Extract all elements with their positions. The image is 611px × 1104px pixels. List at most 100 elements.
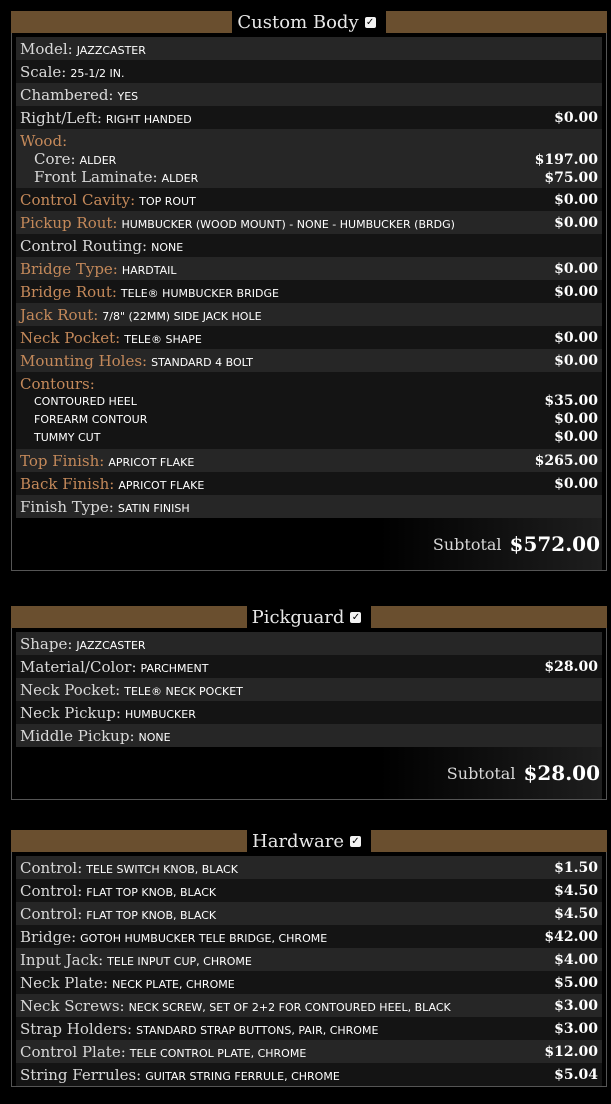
option-label: Bridge: bbox=[20, 928, 77, 946]
option-label: Control Routing: bbox=[20, 237, 148, 255]
section-title: Hardware bbox=[252, 830, 344, 852]
option-row: Control: TELE SWITCH KNOB, BLACK $1.50 bbox=[16, 856, 602, 879]
option-row: String Ferrules: GUITAR STRING FERRULE, C… bbox=[16, 1063, 602, 1086]
option-row: Jack Rout: 7/8" (22MM) SIDE JACK HOLE bbox=[16, 303, 602, 326]
option-price: $4.50 bbox=[554, 883, 598, 899]
option-row: Back Finish: APRICOT FLAKE $0.00 bbox=[16, 472, 602, 495]
checkbox-checked-icon[interactable]: ✓ bbox=[364, 16, 376, 28]
option-left: Material/Color: PARCHMENT bbox=[20, 658, 208, 678]
option-row: Control Routing: NONE bbox=[16, 234, 602, 257]
section-header: Hardware ✓ bbox=[11, 830, 607, 852]
checkbox-checked-icon[interactable]: ✓ bbox=[350, 611, 362, 623]
option-price: $4.00 bbox=[554, 952, 598, 968]
option-label: Pickup Rout: bbox=[20, 214, 118, 232]
option-left: Middle Pickup: NONE bbox=[20, 727, 171, 747]
option-label: Top Finish: bbox=[20, 452, 105, 470]
option-left: Chambered: YES bbox=[20, 86, 138, 106]
option-left: Neck Pocket: TELE® SHAPE bbox=[20, 329, 202, 349]
contour-price: $0.00 bbox=[554, 411, 598, 427]
section-header: Pickguard ✓ bbox=[11, 606, 607, 628]
section-header: Custom Body ✓ bbox=[11, 11, 607, 33]
option-price: $28.00 bbox=[544, 659, 598, 675]
option-row: Strap Holders: STANDARD STRAP BUTTONS, PA… bbox=[16, 1017, 602, 1040]
option-left: String Ferrules: GUITAR STRING FERRULE, C… bbox=[20, 1066, 340, 1086]
option-left: Scale: 25-1/2 IN. bbox=[20, 63, 125, 83]
option-label: Bridge Rout: bbox=[20, 283, 117, 301]
subtotal-label: Subtotal bbox=[432, 534, 502, 554]
option-label: String Ferrules: bbox=[20, 1066, 142, 1084]
option-price: $12.00 bbox=[544, 1044, 598, 1060]
section-panel: Shape: JAZZCASTER Material/Color: PARCHMENT… bbox=[11, 628, 607, 800]
option-left: Shape: JAZZCASTER bbox=[20, 635, 146, 655]
option-left: Right/Left: RIGHT HANDED bbox=[20, 109, 192, 129]
option-row: Control: FLAT TOP KNOB, BLACK $4.50 bbox=[16, 879, 602, 902]
option-left: Bridge: GOTOH HUMBUCKER TELE BRIDGE, CHRO… bbox=[20, 928, 327, 948]
option-left: Control Plate: TELE CONTROL PLATE, CHROME bbox=[20, 1043, 306, 1063]
option-value: 7/8" (22MM) SIDE JACK HOLE bbox=[102, 310, 262, 323]
option-value: PARCHMENT bbox=[140, 662, 209, 675]
option-left: Control Cavity: TOP ROUT bbox=[20, 191, 196, 211]
option-price: $4.50 bbox=[554, 906, 598, 922]
option-price: $0.00 bbox=[554, 261, 598, 277]
sub-option-row: Front Laminate: ALDER $75.00 bbox=[20, 168, 598, 186]
option-row: Control: FLAT TOP KNOB, BLACK $4.50 bbox=[16, 902, 602, 925]
option-value: HUMBUCKER (WOOD MOUNT) - NONE - HUMBUCKE… bbox=[121, 218, 455, 231]
option-price: $5.00 bbox=[554, 975, 598, 991]
contour-value: FOREARM CONTOUR bbox=[34, 413, 148, 426]
option-value: NONE bbox=[138, 731, 171, 744]
section-hardware: Hardware ✓ Control: TELE SWITCH KNOB, BLA… bbox=[0, 830, 611, 1087]
option-row: Control Plate: TELE CONTROL PLATE, CHROME… bbox=[16, 1040, 602, 1063]
option-value: APRICOT FLAKE bbox=[118, 479, 205, 492]
option-row: Material/Color: PARCHMENT $28.00 bbox=[16, 655, 602, 678]
option-label: Scale: bbox=[20, 63, 67, 81]
option-value: APRICOT FLAKE bbox=[108, 456, 195, 469]
option-left: Neck Plate: NECK PLATE, CHROME bbox=[20, 974, 235, 994]
option-label: Wood: bbox=[20, 132, 68, 150]
section-title: Custom Body bbox=[237, 11, 359, 33]
option-label: Neck Screws: bbox=[20, 997, 125, 1015]
option-left: Back Finish: APRICOT FLAKE bbox=[20, 475, 204, 495]
option-row: Neck Pocket: TELE® NECK POCKET bbox=[16, 678, 602, 701]
option-label: Right/Left: bbox=[20, 109, 102, 127]
option-left: Pickup Rout: HUMBUCKER (WOOD MOUNT) - NON… bbox=[20, 214, 455, 234]
checkbox-checked-icon[interactable]: ✓ bbox=[349, 835, 361, 847]
option-left: Neck Pocket: TELE® NECK POCKET bbox=[20, 681, 243, 701]
option-left: Jack Rout: 7/8" (22MM) SIDE JACK HOLE bbox=[20, 306, 262, 326]
option-row: Middle Pickup: NONE bbox=[16, 724, 602, 747]
option-value: FLAT TOP KNOB, BLACK bbox=[86, 886, 217, 899]
option-row: Right/Left: RIGHT HANDED $0.00 bbox=[16, 106, 602, 129]
option-row: Scale: 25-1/2 IN. bbox=[16, 60, 602, 83]
option-row: Model: JAZZCASTER bbox=[16, 37, 602, 60]
option-row: Top Finish: APRICOT FLAKE $265.00 bbox=[16, 449, 602, 472]
sub-option-price: $75.00 bbox=[544, 170, 598, 186]
sub-option-label: Front Laminate: bbox=[34, 168, 158, 186]
option-price: $3.00 bbox=[554, 1021, 598, 1037]
option-row: Pickup Rout: HUMBUCKER (WOOD MOUNT) - NON… bbox=[16, 211, 602, 234]
option-left: Control: FLAT TOP KNOB, BLACK bbox=[20, 882, 216, 902]
option-value: NECK SCREW, SET OF 2+2 FOR CONTOURED HEE… bbox=[128, 1001, 451, 1014]
option-row: Contours: CONTOURED HEEL $35.00 FOREARM CON… bbox=[16, 372, 602, 449]
option-label: Contours: bbox=[20, 375, 95, 393]
option-label: Input Jack: bbox=[20, 951, 104, 969]
option-row: Input Jack: TELE INPUT CUP, CHROME $4.00 bbox=[16, 948, 602, 971]
option-label: Neck Plate: bbox=[20, 974, 109, 992]
option-label: Control: bbox=[20, 882, 83, 900]
option-price: $0.00 bbox=[554, 192, 598, 208]
sub-option-price: $197.00 bbox=[534, 152, 598, 168]
option-value: FLAT TOP KNOB, BLACK bbox=[86, 909, 217, 922]
option-label: Back Finish: bbox=[20, 475, 115, 493]
contour-value: CONTOURED HEEL bbox=[34, 395, 137, 408]
option-row: Wood: Core: ALDER $197.00 Front Laminate: ALD… bbox=[16, 129, 602, 188]
option-value: TELE® NECK POCKET bbox=[124, 685, 243, 698]
option-value: GUITAR STRING FERRULE, CHROME bbox=[145, 1070, 340, 1083]
option-left: Bridge Type: HARDTAIL bbox=[20, 260, 177, 280]
option-value: YES bbox=[117, 90, 139, 103]
option-value: HUMBUCKER bbox=[124, 708, 196, 721]
option-row: Neck Plate: NECK PLATE, CHROME $5.00 bbox=[16, 971, 602, 994]
option-price: $0.00 bbox=[554, 215, 598, 231]
option-label: Jack Rout: bbox=[20, 306, 99, 324]
option-left: Control: TELE SWITCH KNOB, BLACK bbox=[20, 859, 238, 879]
option-row: Chambered: YES bbox=[16, 83, 602, 106]
option-left: Control Routing: NONE bbox=[20, 237, 183, 257]
option-label: Finish Type: bbox=[20, 498, 114, 516]
